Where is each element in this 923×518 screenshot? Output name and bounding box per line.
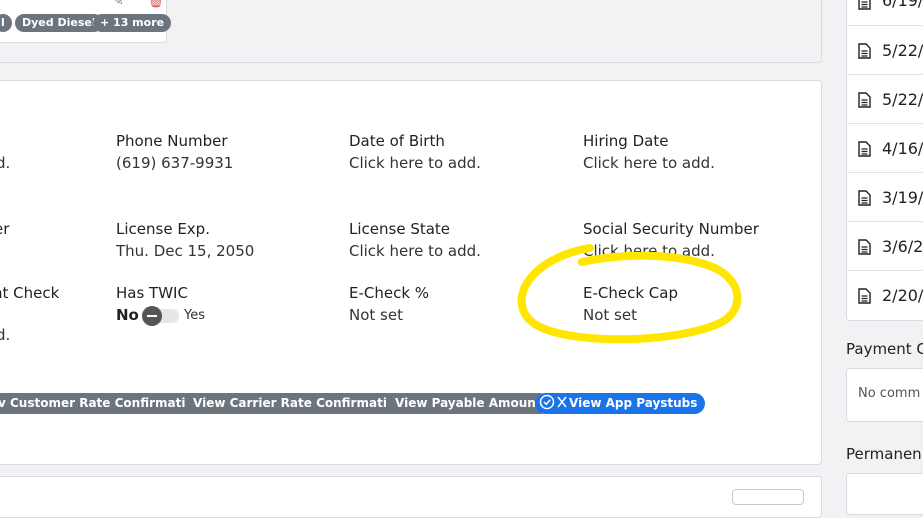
next-section-card — [0, 476, 822, 518]
has-twic-label: Has TWIC — [116, 284, 188, 302]
echeck-percent-label: E-Check % — [349, 284, 430, 302]
twic-no-label: No — [116, 306, 139, 324]
document-date[interactable]: 3/6/2 — [882, 237, 923, 256]
payment-comments-title: Payment C — [846, 340, 923, 358]
permanent-section-box — [846, 473, 923, 515]
document-date[interactable]: 3/19/ — [882, 188, 923, 207]
section-action-button[interactable] — [732, 489, 804, 505]
field-label-clipped: er — [0, 220, 10, 238]
document-date[interactable]: 2/20/ — [882, 286, 923, 305]
phone-number-label: Phone Number — [116, 132, 228, 150]
view-app-paystubs-label: View App Paystubs — [569, 396, 698, 410]
tag-pill-dyed-diesel: Dyed Diesel — [15, 14, 103, 32]
field-value-clipped[interactable]: d. — [0, 154, 10, 172]
date-of-birth-label: Date of Birth — [349, 132, 445, 150]
document-date[interactable]: 4/16/ — [882, 139, 923, 158]
document-icon — [858, 190, 871, 206]
phone-number-value[interactable]: (619) 637-9931 — [116, 154, 233, 172]
document-date[interactable]: 6/19/ — [882, 0, 923, 10]
twic-yes-label: Yes — [184, 308, 205, 323]
twic-toggle-knob[interactable] — [142, 306, 162, 326]
check-circle-icon — [539, 394, 567, 410]
date-of-birth-value[interactable]: Click here to add. — [349, 154, 481, 172]
tag-more-button[interactable]: + 13 more — [93, 14, 172, 32]
document-icon — [858, 288, 871, 304]
field-label-clipped-check: nt Check — [0, 284, 60, 302]
view-carrier-rate-confirmation-button[interactable]: View Carrier Rate Confirmation — [185, 393, 412, 414]
payment-comments-empty: No comm — [858, 386, 921, 401]
document-icon — [858, 239, 871, 255]
document-date[interactable]: 5/22/ — [882, 41, 923, 60]
hiring-date-value[interactable]: Click here to add. — [583, 154, 715, 172]
view-customer-rate-confirmation-button[interactable]: v Customer Rate Confirmation — [0, 393, 211, 414]
license-state-value[interactable]: Click here to add. — [349, 242, 481, 260]
echeck-percent-value[interactable]: Not set — [349, 306, 403, 324]
pencil-icon[interactable]: ✎ — [112, 0, 124, 8]
license-exp-label: License Exp. — [116, 220, 210, 238]
document-date[interactable]: 5/22/ — [882, 90, 923, 109]
document-icon — [858, 0, 871, 10]
view-app-paystubs-button[interactable]: View App Paystubs — [535, 393, 706, 414]
highlight-annotation — [517, 244, 742, 344]
license-exp-value[interactable]: Thu. Dec 15, 2050 — [116, 242, 254, 260]
trash-icon[interactable]: 🗑 — [147, 0, 165, 8]
hiring-date-label: Hiring Date — [583, 132, 669, 150]
document-icon — [858, 141, 871, 157]
permanent-section-title: Permanen — [846, 445, 922, 463]
document-icon — [858, 92, 871, 108]
view-payable-amount-button[interactable]: View Payable Amount — [387, 393, 550, 414]
ssn-label: Social Security Number — [583, 220, 759, 238]
license-state-label: License State — [349, 220, 451, 238]
document-icon — [858, 43, 871, 59]
field-value-clipped-check[interactable]: d. — [0, 326, 10, 344]
